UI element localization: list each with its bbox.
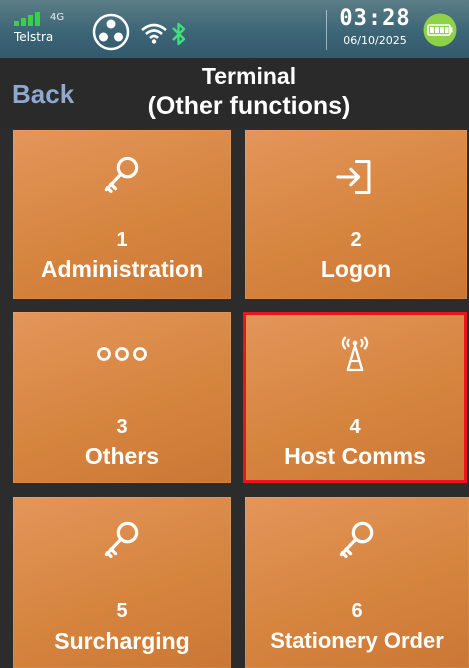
tile-stationery-order[interactable]: 6 Stationery Order	[245, 497, 469, 668]
tile-label: Others	[84, 443, 160, 469]
tile-label: Surcharging	[54, 628, 190, 654]
page-title: Terminal (Other functions)	[118, 61, 380, 121]
network-type: 4G	[50, 12, 65, 23]
clock-date: 06/10/2025	[343, 34, 407, 47]
tile-label: Stationery Order	[270, 628, 444, 653]
key-icon	[104, 156, 139, 194]
antenna-icon	[341, 336, 369, 372]
tile-administration[interactable]: 1 Administration	[13, 130, 231, 299]
tile-number: 3	[116, 416, 128, 438]
terminal-screen: 4G Telstra 03:28 06/10/2025 Back Termina…	[0, 0, 469, 668]
tile-label: Administration	[40, 256, 204, 282]
tile-number: 2	[350, 229, 362, 251]
more-dots-icon	[97, 347, 147, 361]
status-divider	[326, 10, 327, 50]
tile-number: 5	[116, 600, 128, 622]
tile-number: 4	[349, 416, 361, 438]
tile-logon[interactable]: 2 Logon	[245, 130, 467, 299]
tile-surcharging[interactable]: 5 Surcharging	[13, 497, 231, 668]
tile-others[interactable]: 3 Others	[13, 312, 231, 483]
wifi-icon	[141, 23, 167, 44]
signal-icon	[14, 12, 40, 26]
key-icon	[104, 521, 139, 559]
tile-label: Logon	[320, 256, 392, 282]
tile-number: 1	[116, 229, 128, 251]
login-arrow-icon	[336, 159, 371, 195]
carrier-block: 4G Telstra	[14, 8, 78, 48]
page-title-line1: Terminal	[201, 63, 297, 89]
page-title-line2: (Other functions)	[147, 92, 351, 120]
key-icon	[339, 521, 374, 559]
battery-icon	[423, 13, 457, 47]
tile-host-comms[interactable]: 4 Host Comms	[243, 312, 467, 483]
carrier-name: Telstra	[14, 30, 54, 44]
tile-label: Host Comms	[284, 443, 426, 469]
network-hub-icon	[92, 13, 130, 51]
status-bar: 4G Telstra 03:28 06/10/2025	[0, 0, 469, 58]
header: Back Terminal (Other functions)	[0, 58, 469, 128]
bluetooth-icon	[172, 22, 186, 46]
back-button[interactable]: Back	[12, 79, 74, 110]
tile-number: 6	[351, 600, 363, 622]
clock-time: 03:28	[339, 6, 411, 31]
